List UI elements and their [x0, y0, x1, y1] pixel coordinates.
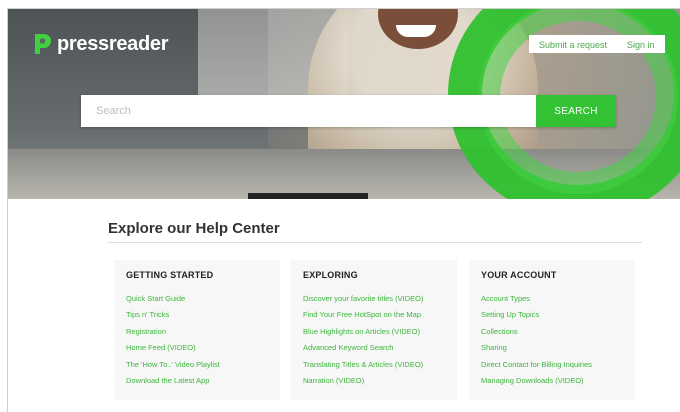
page-frame: pressreader Submit a request Sign in SEA…	[7, 8, 680, 412]
help-link[interactable]: Direct Contact for Billing Inquiries	[481, 357, 623, 373]
hero-banner: pressreader Submit a request Sign in SEA…	[8, 9, 680, 199]
search-button[interactable]: SEARCH	[536, 95, 616, 127]
pressreader-logo[interactable]: pressreader	[32, 31, 169, 57]
card-heading: GETTING STARTED	[126, 270, 214, 280]
card-getting-started: GETTING STARTED Quick Start Guide Tips n…	[114, 260, 280, 400]
help-link[interactable]: Find Your Free HotSpot on the Map	[303, 307, 445, 323]
hero-laptop	[248, 193, 368, 199]
card-heading: EXPLORING	[303, 270, 358, 280]
submit-request-button[interactable]: Submit a request	[529, 35, 618, 53]
help-link[interactable]: Quick Start Guide	[126, 291, 268, 307]
help-link[interactable]: Account Types	[481, 291, 623, 307]
help-link[interactable]: Discover your favorite titles (VIDEO)	[303, 291, 445, 307]
title-divider	[108, 242, 642, 243]
help-link[interactable]: Tips n' Tricks	[126, 307, 268, 323]
hero-smile	[396, 25, 436, 37]
help-link[interactable]: Home Feed (VIDEO)	[126, 340, 268, 356]
help-link[interactable]: Download the Latest App	[126, 373, 268, 389]
sign-in-button[interactable]: Sign in	[617, 35, 665, 53]
link-list: Discover your favorite titles (VIDEO) Fi…	[303, 291, 445, 389]
help-link[interactable]: Blue Highlights on Articles (VIDEO)	[303, 324, 445, 340]
page-title: Explore our Help Center	[108, 220, 280, 237]
help-link[interactable]: Narration (VIDEO)	[303, 373, 445, 389]
link-list: Account Types Setting Up Topics Collecti…	[481, 291, 623, 389]
link-list: Quick Start Guide Tips n' Tricks Registr…	[126, 291, 268, 389]
help-link[interactable]: Managing Downloads (VIDEO)	[481, 373, 623, 389]
card-your-account: YOUR ACCOUNT Account Types Setting Up To…	[469, 260, 635, 400]
card-exploring: EXPLORING Discover your favorite titles …	[291, 260, 457, 400]
help-link[interactable]: The 'How To..' Video Playlist	[126, 357, 268, 373]
help-link[interactable]: Advanced Keyword Search	[303, 340, 445, 356]
help-link[interactable]: Collections	[481, 324, 623, 340]
help-link[interactable]: Translating Titles & Articles (VIDEO)	[303, 357, 445, 373]
pressreader-logo-icon	[32, 31, 52, 57]
help-link[interactable]: Setting Up Topics	[481, 307, 623, 323]
help-link[interactable]: Registration	[126, 324, 268, 340]
help-link[interactable]: Sharing	[481, 340, 623, 356]
card-heading: YOUR ACCOUNT	[481, 270, 557, 280]
logo-text: pressreader	[57, 32, 169, 55]
search-bar: SEARCH	[81, 95, 616, 127]
search-input[interactable]	[81, 95, 536, 127]
